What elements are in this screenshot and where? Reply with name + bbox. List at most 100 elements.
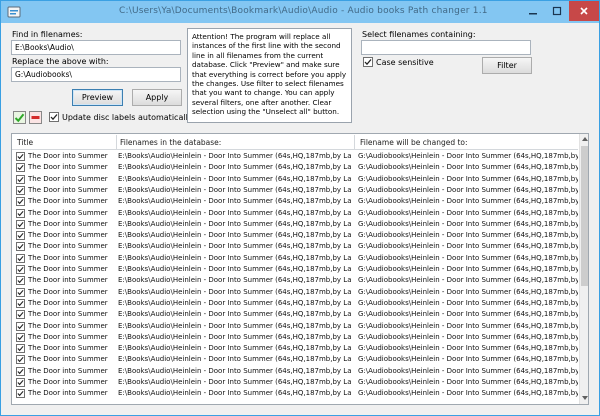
cell-old-filename: E:\Books\Audio\Heinlein - Door Into Summ… (118, 344, 352, 353)
cell-new-filename: G:\Audiobooks\Heinlein - Door Into Summe… (358, 378, 578, 386)
preview-button[interactable]: Preview (72, 89, 123, 106)
cell-old-filename: E:\Books\Audio\Heinlein - Door Into Summ… (118, 287, 352, 296)
table-row[interactable]: The Door into Summer E:\Books\Audio\Heinl… (12, 162, 578, 173)
title-bar[interactable]: C:\Users\Ya\Documents\Bookmark\Audio\Aud… (1, 1, 599, 23)
row-checkbox[interactable] (16, 378, 25, 387)
update-disc-labels-label: Update disc labels automatically (62, 113, 193, 122)
table-row[interactable]: The Door into Summer E:\Books\Audio\Heinl… (12, 208, 578, 219)
table-row[interactable]: The Door into Summer E:\Books\Audio\Heinl… (12, 275, 578, 286)
vertical-scrollbar[interactable] (579, 134, 588, 404)
cell-new-filename: G:\Audiobooks\Heinlein - Door Into Summe… (358, 152, 578, 160)
column-header-old-filename[interactable]: Filenames in the database: (120, 138, 221, 147)
checkmark-icon (17, 210, 24, 216)
find-input[interactable] (11, 40, 181, 55)
cell-new-filename: G:\Audiobooks\Heinlein - Door Into Summe… (358, 355, 578, 364)
table-row[interactable]: The Door into Summer E:\Books\Audio\Heinl… (12, 253, 578, 264)
table-row[interactable]: The Door into Summer E:\Books\Audio\Heinl… (12, 185, 578, 196)
cell-title: The Door into Summer (28, 152, 108, 160)
column-header-title[interactable]: Title (17, 138, 33, 147)
case-sensitive-label: Case sensitive (376, 58, 434, 67)
checkmark-icon (17, 289, 24, 295)
cell-new-filename: G:\Audiobooks\Heinlein - Door Into Summe… (358, 366, 578, 375)
row-checkbox[interactable] (16, 366, 25, 376)
row-checkbox[interactable] (16, 197, 25, 207)
row-checkbox[interactable] (16, 389, 25, 399)
replace-input[interactable] (11, 67, 181, 82)
filter-input[interactable] (361, 40, 531, 55)
row-checkbox[interactable] (16, 321, 25, 331)
table-row[interactable]: The Door into Summer E:\Books\Audio\Heinl… (12, 321, 578, 332)
row-checkbox[interactable] (16, 163, 25, 173)
table-row[interactable]: The Door into Summer E:\Books\Audio\Heinl… (12, 219, 578, 230)
cell-old-filename: E:\Books\Audio\Heinlein - Door Into Summ… (118, 298, 352, 307)
table-row[interactable]: The Door into Summer E:\Books\Audio\Heinl… (12, 366, 578, 377)
cell-title: The Door into Summer (28, 242, 108, 251)
row-checkbox[interactable] (16, 231, 25, 241)
table-row[interactable]: The Door into Summer E:\Books\Audio\Heinl… (12, 174, 578, 185)
table-row[interactable]: The Door into Summer E:\Books\Audio\Heinl… (12, 230, 578, 241)
row-checkbox[interactable] (16, 174, 25, 184)
table-row[interactable]: The Door into Summer E:\Books\Audio\Heinl… (12, 388, 578, 399)
table-row[interactable]: The Door into Summer E:\Books\Audio\Heinl… (12, 264, 578, 275)
row-checkbox[interactable] (16, 310, 25, 320)
row-checkbox[interactable] (16, 265, 25, 274)
checkmark-icon (17, 266, 24, 273)
row-checkbox[interactable] (16, 208, 25, 218)
row-checkbox[interactable] (16, 298, 25, 308)
checkmark-icon (17, 300, 24, 307)
row-checkbox[interactable] (16, 242, 25, 252)
table-row[interactable]: The Door into Summer E:\Books\Audio\Heinl… (12, 377, 578, 388)
cell-old-filename: E:\Books\Audio\Heinlein - Door Into Summ… (118, 366, 352, 375)
scrollbar-thumb[interactable] (581, 146, 588, 286)
row-checkbox[interactable] (16, 287, 25, 297)
case-sensitive-checkbox[interactable] (363, 57, 373, 67)
select-all-button[interactable] (13, 111, 26, 124)
cell-new-filename: G:\Audiobooks\Heinlein - Door Into Summe… (358, 242, 578, 251)
table-row[interactable]: The Door into Summer E:\Books\Audio\Heinl… (12, 241, 578, 252)
table-row[interactable]: The Door into Summer E:\Books\Audio\Heinl… (12, 298, 578, 309)
cell-title: The Door into Summer (28, 310, 108, 319)
cell-old-filename: E:\Books\Audio\Heinlein - Door Into Summ… (118, 321, 352, 330)
cell-new-filename: G:\Audiobooks\Heinlein - Door Into Summe… (358, 253, 578, 262)
app-icon (7, 6, 21, 18)
row-checkbox[interactable] (16, 152, 25, 161)
red-minus-icon (31, 116, 40, 119)
cell-title: The Door into Summer (28, 355, 108, 364)
table-row[interactable]: The Door into Summer E:\Books\Audio\Heinl… (12, 196, 578, 207)
row-checkbox[interactable] (16, 276, 25, 286)
minimize-button[interactable] (521, 1, 545, 21)
row-checkbox[interactable] (16, 253, 25, 263)
cell-title: The Door into Summer (28, 321, 108, 330)
close-button[interactable] (569, 1, 599, 21)
scroll-up-arrow[interactable] (580, 134, 588, 144)
window-title: C:\Users\Ya\Documents\Bookmark\Audio\Aud… (119, 6, 488, 16)
update-disc-labels-checkbox[interactable] (49, 112, 59, 122)
column-separator[interactable] (354, 135, 355, 149)
cell-new-filename: G:\Audiobooks\Heinlein - Door Into Summe… (358, 310, 578, 319)
maximize-icon (552, 6, 562, 16)
grid-body: The Door into Summer E:\Books\Audio\Heinl… (12, 150, 578, 404)
column-separator[interactable] (116, 135, 117, 149)
table-row[interactable]: The Door into Summer E:\Books\Audio\Heinl… (12, 332, 578, 343)
table-row[interactable]: The Door into Summer E:\Books\Audio\Heinl… (12, 343, 578, 354)
table-row[interactable]: The Door into Summer E:\Books\Audio\Heinl… (12, 354, 578, 365)
row-checkbox[interactable] (16, 185, 25, 195)
find-label: Find in filenames: (12, 30, 83, 39)
info-panel: Attention! The program will replace all … (187, 28, 352, 123)
row-checkbox[interactable] (16, 344, 25, 354)
cell-new-filename: G:\Audiobooks\Heinlein - Door Into Summe… (358, 219, 578, 228)
column-header-new-filename[interactable]: Filename will be changed to: (360, 138, 468, 147)
row-checkbox[interactable] (16, 219, 25, 229)
table-row[interactable]: The Door into Summer E:\Books\Audio\Heinl… (12, 151, 578, 162)
filter-button[interactable]: Filter (482, 57, 532, 74)
row-checkbox[interactable] (16, 355, 25, 365)
row-checkbox[interactable] (16, 332, 25, 342)
maximize-button[interactable] (545, 1, 569, 21)
unselect-all-button[interactable] (29, 111, 42, 124)
table-row[interactable]: The Door into Summer E:\Books\Audio\Heinl… (12, 287, 578, 298)
apply-button[interactable]: Apply (132, 89, 182, 106)
cell-old-filename: E:\Books\Audio\Heinlein - Door Into Summ… (118, 276, 352, 285)
scroll-down-arrow[interactable] (580, 393, 588, 403)
checkmark-icon (17, 368, 24, 374)
table-row[interactable]: The Door into Summer E:\Books\Audio\Heinl… (12, 309, 578, 320)
